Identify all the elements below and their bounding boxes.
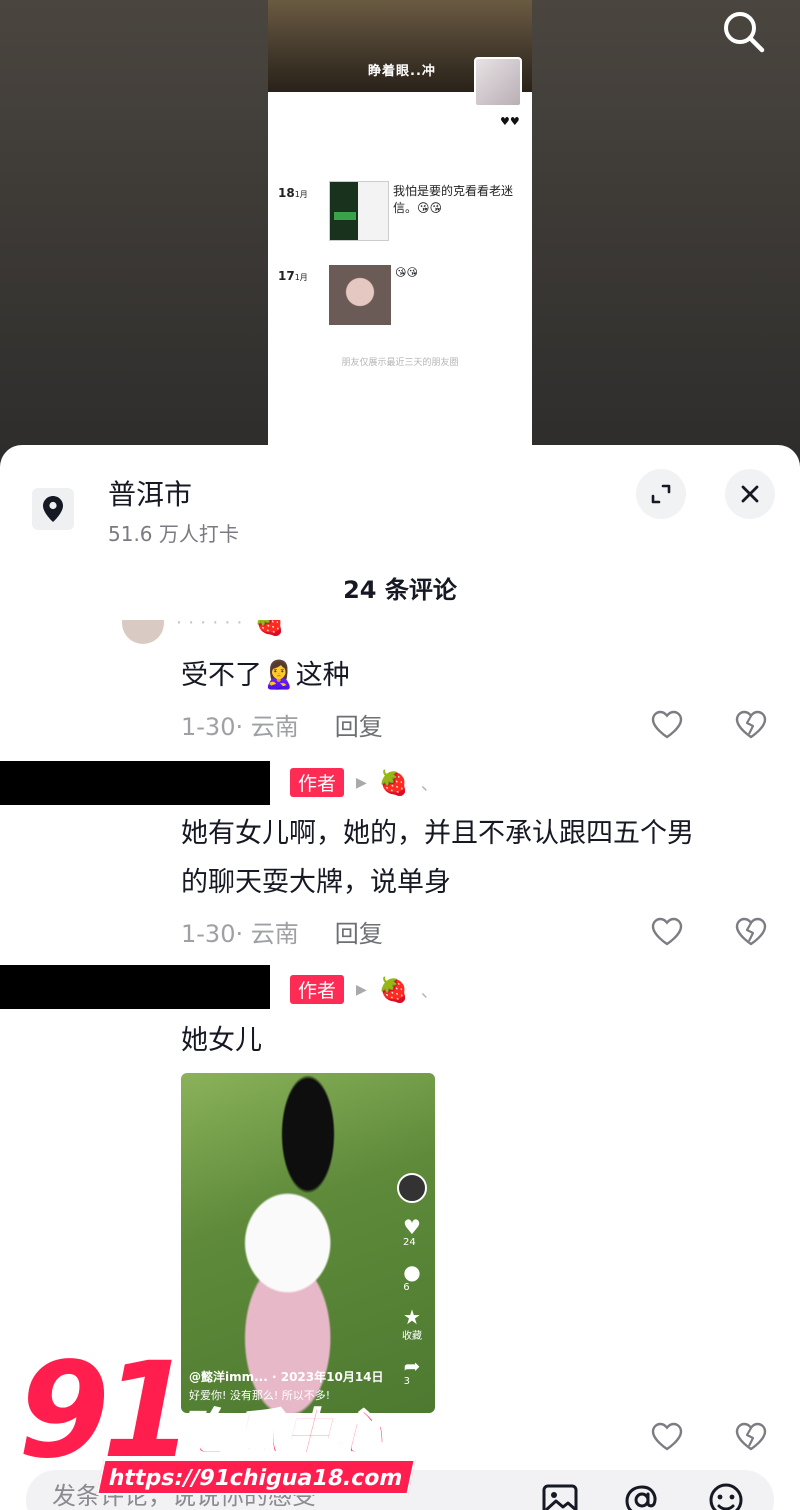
strawberry-icon: 🍓: [254, 620, 285, 637]
profile-thumbnail: [474, 57, 522, 107]
strawberry-icon: 🍓: [378, 768, 409, 797]
location-checkins: 51.6 万人打卡: [108, 522, 239, 546]
redacted-username: [0, 761, 270, 805]
image-icon[interactable]: [540, 1480, 580, 1510]
cover-photo: 睁着眼..冲: [268, 0, 532, 107]
reply-arrow-icon: ▶: [356, 774, 367, 791]
like-icon[interactable]: [650, 915, 684, 949]
comment-text: 受不了🙎‍♀️这种: [181, 660, 350, 691]
location-pin-icon: [32, 488, 74, 530]
dislike-icon[interactable]: [734, 915, 768, 949]
comment-meta: 1-30· 云南 回复: [181, 914, 383, 949]
close-icon: [741, 485, 759, 503]
comment-meta: 1-30· 云南 回复: [181, 707, 383, 742]
dislike-icon[interactable]: [734, 708, 768, 742]
expand-button[interactable]: [636, 469, 686, 519]
username[interactable]: · · · · · ·: [176, 620, 242, 634]
redacted-username: [0, 965, 270, 1009]
post-date: 181月: [278, 186, 308, 200]
watermark-url: https://91chigua18.com: [96, 1459, 416, 1495]
post-text: 我怕是要的克看看老迷信。😘😘: [393, 184, 514, 215]
comment-header: 作者 ▶ 🍓 、: [290, 975, 439, 1004]
comment-actions: [650, 1420, 768, 1454]
post-image: [329, 265, 391, 325]
post-text: 😘😘: [395, 266, 418, 279]
post-image: [329, 181, 389, 241]
star-icon: ★: [403, 1305, 421, 1329]
watermark-name: 吃瓜中心: [177, 1403, 386, 1463]
hearts-icon: ♥♥: [500, 115, 520, 128]
comment-header: 作者 ▶ 🍓 、: [290, 768, 439, 797]
embedded-screenshot: 睁着眼..冲 ♥♥ 181月 我怕是要的克看看老迷信。😘😘 171月 😘😘 朋友…: [268, 0, 532, 470]
like-icon[interactable]: [650, 708, 684, 742]
avatar: [397, 1173, 427, 1203]
author-badge: 作者: [290, 975, 345, 1004]
video-background: 睁着眼..冲 ♥♥ 181月 我怕是要的克看看老迷信。😘😘 171月 😘😘 朋友…: [0, 0, 800, 470]
reply-button[interactable]: 回复: [335, 914, 383, 949]
comment-count-title: 24 条评论: [343, 576, 457, 604]
comment-header: · · · · · · 🍓: [122, 620, 284, 644]
comment-actions: [650, 915, 768, 949]
author-badge: 作者: [290, 768, 345, 797]
heart-icon: ♥: [403, 1215, 421, 1239]
post-date: 171月: [278, 269, 308, 283]
search-icon[interactable]: [718, 6, 770, 58]
favorite: ★ 收藏: [402, 1305, 422, 1342]
reply-button[interactable]: 回复: [335, 707, 383, 742]
close-button[interactable]: [725, 469, 775, 519]
site-watermark: 91 吃瓜中心 https://91chigua18.com: [18, 1345, 438, 1505]
comment-time: 1-30· 云南: [181, 713, 299, 741]
expand-icon: [651, 484, 671, 504]
watermark-number: 91: [18, 1334, 194, 1488]
comment-text: 她女儿: [181, 1025, 262, 1056]
moments-footer: 朋友仅展示最近三天的朋友圈: [341, 358, 459, 368]
emoji-icon[interactable]: [706, 1480, 746, 1510]
comment-actions: [650, 708, 768, 742]
cover-caption: 睁着眼..冲: [368, 64, 436, 79]
mention-icon[interactable]: [622, 1480, 662, 1510]
comment-icon: ●: [403, 1260, 421, 1284]
avatar[interactable]: [122, 620, 164, 644]
comment-time: 1-30· 云南: [181, 920, 299, 948]
comment-count: ● 6: [403, 1260, 421, 1293]
reply-arrow-icon: ▶: [356, 981, 367, 998]
location-name[interactable]: 普洱市: [108, 473, 192, 513]
dislike-icon[interactable]: [734, 1420, 768, 1454]
strawberry-icon: 🍓: [378, 975, 409, 1004]
like-icon[interactable]: [650, 1420, 684, 1454]
like-count: ♥ 24: [403, 1215, 421, 1248]
comment-text: 她有女儿啊，她的，并且不承认跟四五个男 的聊天耍大牌，说单身: [181, 818, 694, 898]
